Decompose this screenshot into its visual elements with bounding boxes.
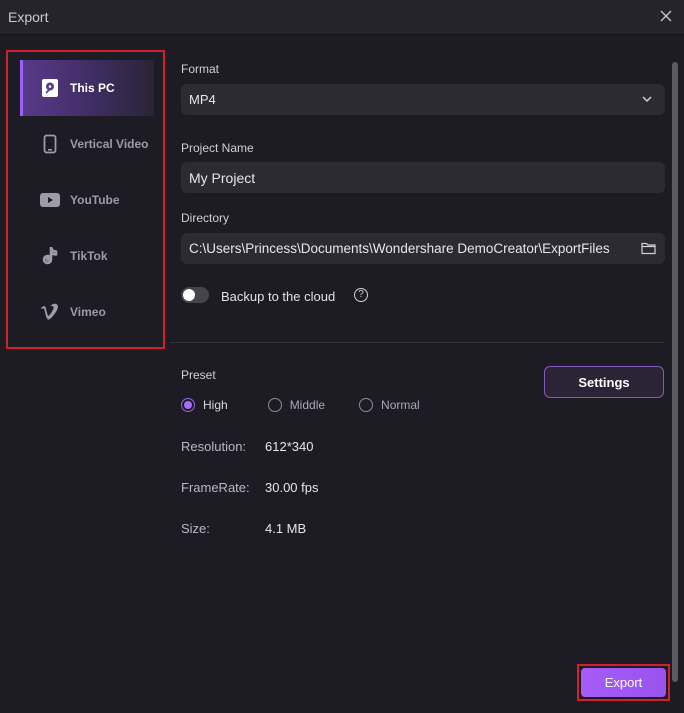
help-icon[interactable]: ? (354, 288, 368, 302)
radio-label: High (203, 398, 228, 412)
radio-label: Middle (289, 398, 326, 412)
sidebar-item-label: YouTube (70, 193, 120, 207)
resolution-value: 612*340 (265, 439, 314, 454)
youtube-icon (40, 190, 60, 210)
project-name-input[interactable]: My Project (181, 162, 665, 193)
resolution-label: Resolution: (181, 439, 247, 454)
framerate-row: FrameRate: 30.00 fps (181, 480, 319, 495)
sidebar-item-label: TikTok (70, 249, 108, 263)
export-button[interactable]: Export (581, 668, 666, 697)
folder-icon[interactable] (641, 241, 656, 255)
project-name-value: My Project (189, 169, 256, 186)
format-value: MP4 (189, 92, 216, 107)
project-name-label: Project Name (181, 141, 254, 155)
size-value: 4.1 MB (265, 521, 307, 536)
sidebar-item-label: This PC (70, 81, 115, 95)
sidebar-item-vertical-video[interactable]: Vertical Video (20, 116, 154, 172)
sidebar-item-this-pc[interactable]: This PC (20, 60, 154, 116)
sidebar-item-label: Vimeo (70, 305, 106, 319)
scrollbar[interactable] (672, 62, 678, 682)
sidebar-item-youtube[interactable]: YouTube (20, 172, 154, 228)
radio-dot (267, 398, 282, 412)
radio-dot (359, 398, 374, 412)
sidebar-item-label: Vertical Video (70, 137, 149, 151)
close-button[interactable] (658, 8, 674, 24)
resolution-row: Resolution: 612*340 (181, 439, 313, 454)
framerate-value: 30.00 fps (265, 480, 319, 495)
export-highlight: Export (577, 664, 670, 701)
vimeo-icon (40, 302, 60, 322)
directory-value: C:\Users\Princess\Documents\Wondershare … (189, 241, 610, 256)
window-title: Export (8, 9, 49, 25)
preset-label: Preset (181, 368, 216, 382)
format-label: Format (181, 62, 220, 76)
phone-icon (40, 134, 60, 154)
framerate-label: FrameRate: (181, 480, 250, 495)
close-icon (660, 10, 672, 22)
toggle-knob (183, 289, 195, 301)
format-select[interactable]: MP4 (181, 84, 665, 115)
tiktok-icon (40, 246, 60, 266)
size-label: Size: (181, 521, 210, 536)
sidebar-item-tiktok[interactable]: TikTok (20, 228, 154, 284)
backup-toggle[interactable] (181, 287, 209, 303)
directory-label: Directory (181, 211, 230, 225)
preset-radio-group: High Middle Normal (181, 398, 442, 412)
backup-label: Backup to the cloud (221, 289, 336, 304)
radio-dot (181, 398, 195, 412)
title-bar: Export (0, 0, 684, 35)
sidebar-highlight: This PC Vertical Video YouTube TikTok Vi… (6, 50, 165, 349)
pc-icon (40, 78, 60, 98)
preset-normal-radio[interactable]: Normal (359, 398, 420, 412)
chevron-down-icon (642, 96, 652, 103)
section-divider (170, 342, 664, 343)
preset-middle-radio[interactable]: Middle (267, 398, 326, 412)
directory-input[interactable]: C:\Users\Princess\Documents\Wondershare … (181, 233, 665, 264)
preset-high-radio[interactable]: High (181, 398, 228, 412)
sidebar: This PC Vertical Video YouTube TikTok Vi… (20, 60, 154, 340)
settings-button[interactable]: Settings (544, 366, 664, 398)
size-row: Size: 4.1 MB (181, 521, 306, 536)
radio-label: Normal (381, 398, 420, 412)
sidebar-item-vimeo[interactable]: Vimeo (20, 284, 154, 340)
